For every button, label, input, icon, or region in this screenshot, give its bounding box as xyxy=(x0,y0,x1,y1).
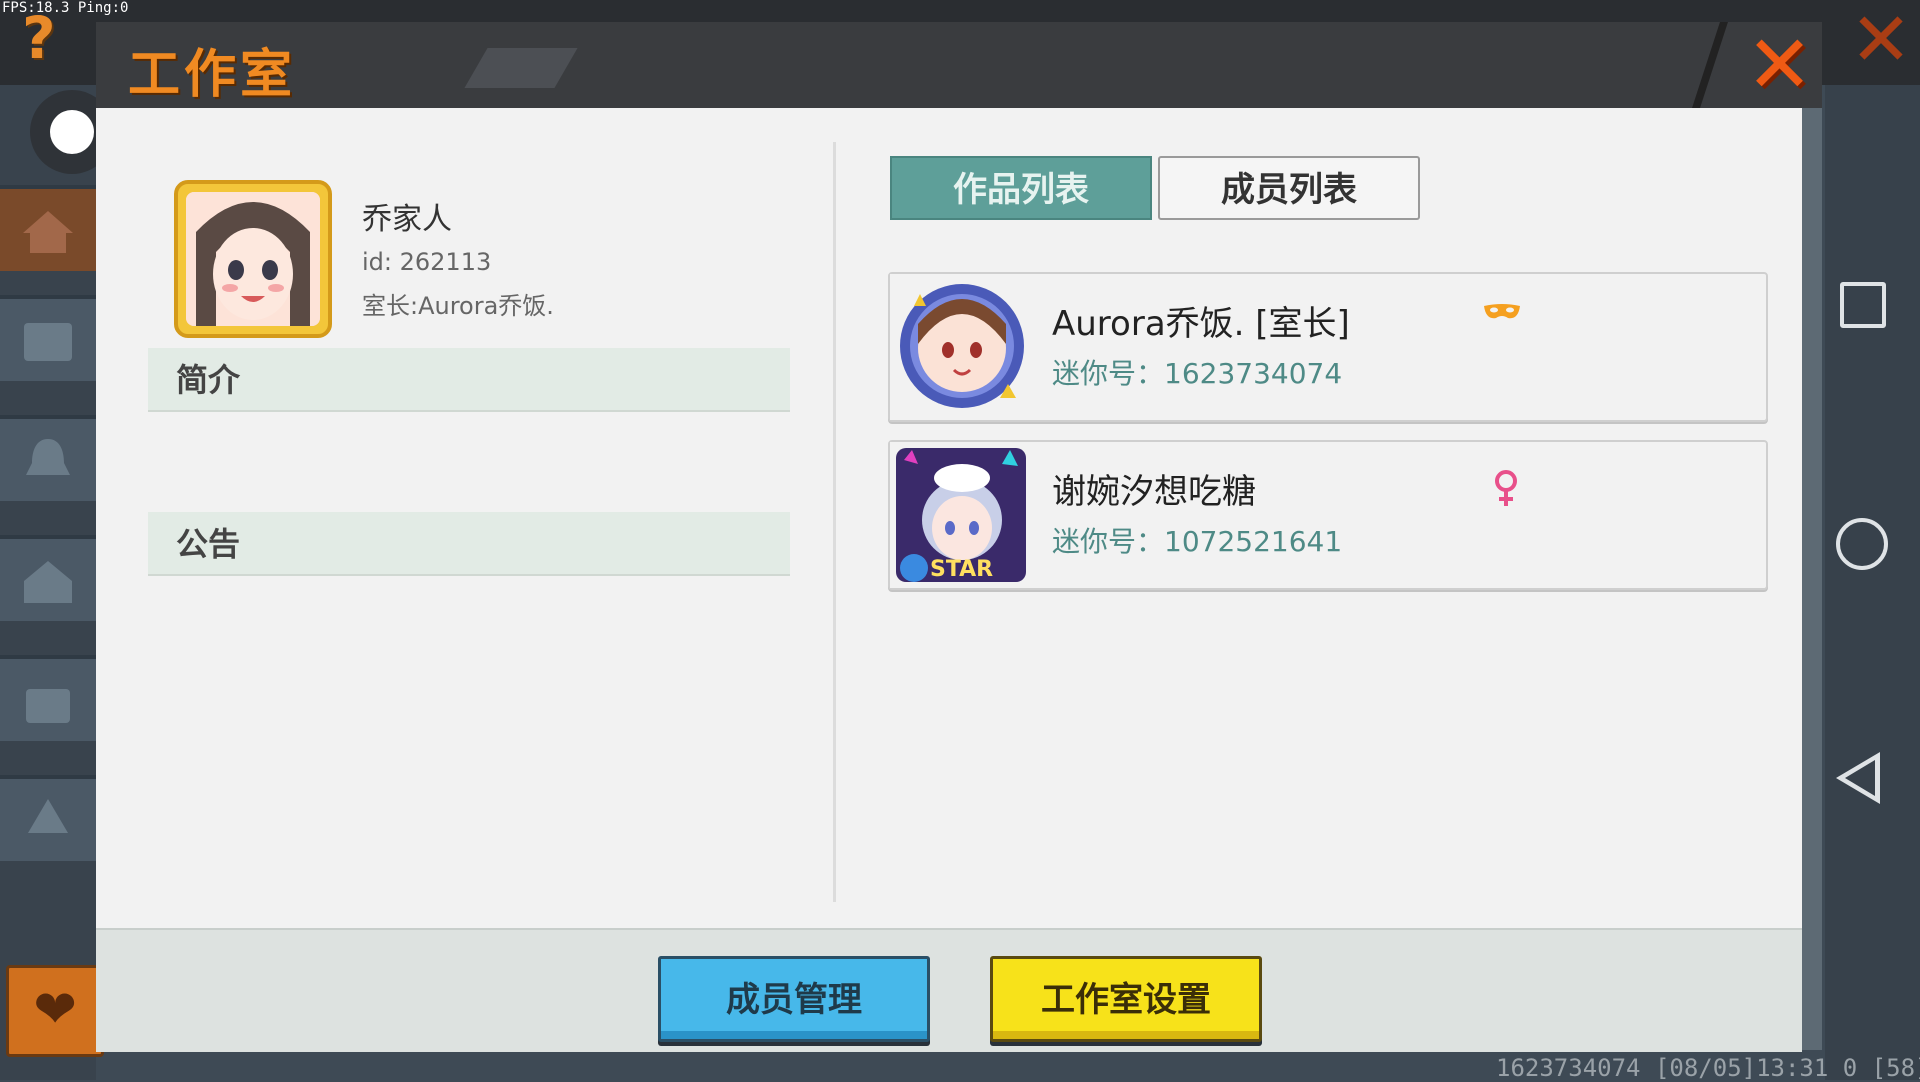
recent-apps-icon[interactable] xyxy=(1840,282,1886,328)
studio-modal: 工作室 ✕ 乔家人 id: 262113 室长:Aurora乔饭. 简介 公告 … xyxy=(96,22,1822,1052)
studio-name: 乔家人 xyxy=(362,202,452,237)
female-icon xyxy=(1495,470,1517,506)
tab-members-list[interactable]: 成员列表 xyxy=(1158,156,1420,220)
sidebar-item-shop[interactable] xyxy=(0,185,96,271)
sidebar-item-tree[interactable] xyxy=(0,775,96,861)
studio-settings-button[interactable]: 工作室设置 xyxy=(990,956,1262,1042)
modal-edge xyxy=(1802,108,1822,1050)
bottom-status-text: 1623734074 [08/05]13:31 0 [58]1.16.1 xyxy=(1496,1054,1920,1082)
avatar-image xyxy=(186,192,320,326)
member-avatar xyxy=(890,274,1032,420)
bell-icon xyxy=(26,439,70,475)
studio-avatar[interactable] xyxy=(174,180,332,338)
member-mini-id: 迷你号：1072521641 xyxy=(1052,525,1343,558)
home-nav-icon[interactable] xyxy=(1836,518,1888,570)
member-management-button[interactable]: 成员管理 xyxy=(658,956,930,1042)
member-row[interactable]: Aurora乔饭. [室长] 迷你号：1623734074 xyxy=(888,272,1768,422)
member-name: 谢婉汐想吃糖 xyxy=(1052,472,1256,512)
modal-title: 工作室 xyxy=(128,45,297,105)
studio-owner: 室长:Aurora乔饭. xyxy=(362,292,554,320)
sidebar-item-gallery[interactable] xyxy=(0,295,96,381)
member-mini-id: 迷你号：1623734074 xyxy=(1052,357,1343,390)
question-mark-icon[interactable]: ? xyxy=(22,8,72,68)
modal-footer: 成员管理 工作室设置 xyxy=(96,928,1802,1052)
column-divider xyxy=(833,142,836,902)
header-decoration xyxy=(1692,22,1728,108)
close-x-icon[interactable]: ✕ xyxy=(1746,25,1813,105)
svg-text:STAR: STAR xyxy=(930,557,993,582)
gift-icon xyxy=(26,689,70,723)
sidebar-item-home[interactable] xyxy=(0,535,96,621)
studio-id: id: 262113 xyxy=(362,248,492,276)
right-nav-bar xyxy=(1825,85,1920,1080)
notice-section-header: 公告 xyxy=(148,512,790,576)
background-close-icon[interactable]: ✕ xyxy=(1850,3,1920,77)
tab-works-list[interactable]: 作品列表 xyxy=(890,156,1152,220)
left-sidebar xyxy=(0,85,96,1080)
member-name: Aurora乔饭. [室长] xyxy=(1052,304,1350,344)
back-nav-icon[interactable] xyxy=(1836,752,1880,804)
mask-icon xyxy=(1484,304,1520,319)
home-icon xyxy=(24,561,72,603)
tree-icon xyxy=(28,799,68,833)
intro-section-header: 简介 xyxy=(148,348,790,412)
modal-header: 工作室 ✕ xyxy=(96,22,1822,111)
house-icon xyxy=(23,211,73,253)
heart-icon[interactable]: ❤ xyxy=(6,965,104,1057)
sidebar-item-gift[interactable] xyxy=(0,655,96,741)
member-row[interactable]: STAR 谢婉汐想吃糖 迷你号：1072521641 xyxy=(888,440,1768,590)
header-decoration xyxy=(464,48,578,88)
picture-icon xyxy=(24,323,72,361)
sidebar-item-notify[interactable] xyxy=(0,415,96,501)
member-avatar: STAR xyxy=(890,442,1032,588)
modal-body: 乔家人 id: 262113 室长:Aurora乔饭. 0天 2 xyxy=(96,108,1802,928)
